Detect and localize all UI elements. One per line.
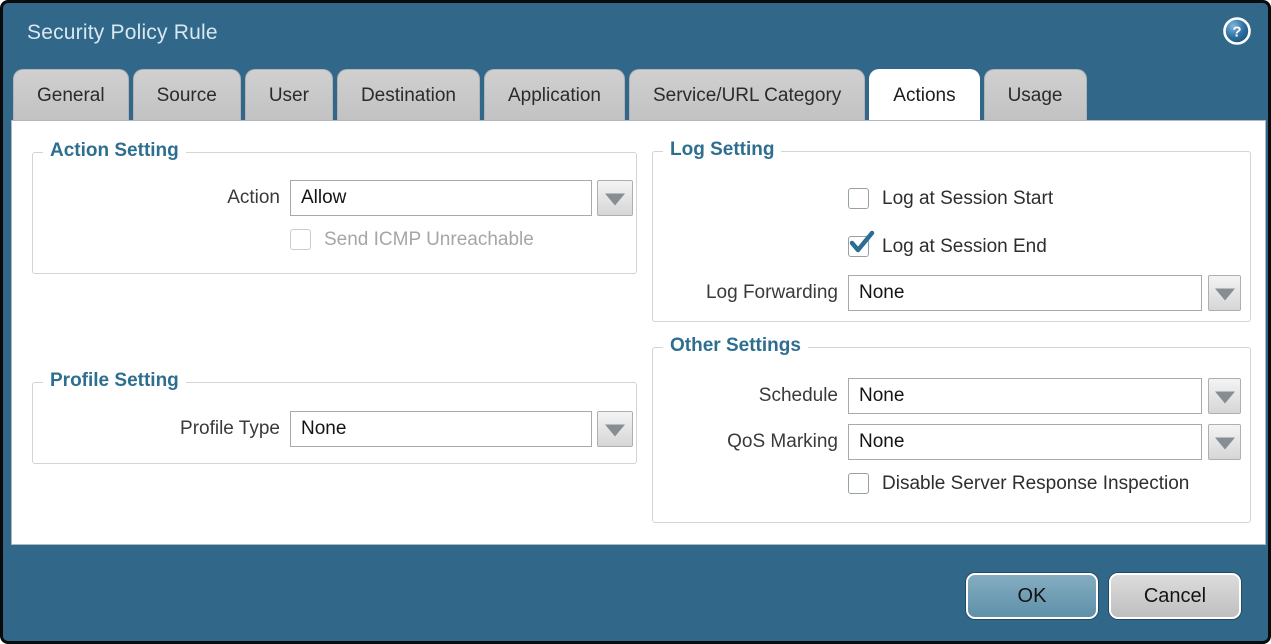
profile-type-label: Profile Type xyxy=(33,411,280,447)
profile-type-dropdown[interactable]: None xyxy=(290,411,592,447)
log-session-start-checkbox[interactable] xyxy=(848,188,869,209)
svg-text:?: ? xyxy=(1232,24,1241,41)
action-setting-legend: Action Setting xyxy=(43,140,186,162)
tab-actions[interactable]: Actions xyxy=(869,69,979,120)
action-dropdown-button[interactable] xyxy=(597,180,633,216)
profile-setting-group: Profile Setting Profile Type None xyxy=(32,382,637,464)
log-session-end-label: Log at Session End xyxy=(882,235,1047,259)
profile-setting-legend: Profile Setting xyxy=(43,370,186,392)
send-icmp-checkbox xyxy=(290,229,311,250)
log-setting-group: Log Setting Log at Session Start Log at … xyxy=(652,151,1251,322)
action-label: Action xyxy=(33,180,280,216)
schedule-dropdown-button[interactable] xyxy=(1208,378,1241,414)
tab-source[interactable]: Source xyxy=(133,69,241,120)
send-icmp-label: Send ICMP Unreachable xyxy=(324,228,534,252)
help-icon[interactable]: ? xyxy=(1223,17,1251,45)
chevron-down-icon xyxy=(1215,437,1235,449)
chevron-down-icon xyxy=(1215,391,1235,403)
screenshot-frame: Security Policy Rule ? GeneralSourceUser… xyxy=(0,0,1271,644)
actions-tab-panel: Action Setting Action Allow Send ICMP Un… xyxy=(11,120,1266,545)
other-settings-group: Other Settings Schedule None QoS Marking… xyxy=(652,347,1251,523)
log-forwarding-dropdown[interactable]: None xyxy=(848,275,1202,311)
tab-usage[interactable]: Usage xyxy=(984,69,1087,120)
chevron-down-icon xyxy=(605,424,625,436)
log-session-end-checkbox[interactable] xyxy=(848,236,869,257)
security-policy-rule-dialog: Security Policy Rule ? GeneralSourceUser… xyxy=(3,3,1268,641)
tab-general[interactable]: General xyxy=(13,69,129,120)
tab-destination[interactable]: Destination xyxy=(337,69,480,120)
log-forwarding-label: Log Forwarding xyxy=(653,275,838,311)
action-dropdown[interactable]: Allow xyxy=(290,180,592,216)
dsri-checkbox[interactable] xyxy=(848,473,869,494)
profile-type-dropdown-button[interactable] xyxy=(597,411,633,447)
action-setting-group: Action Setting Action Allow Send ICMP Un… xyxy=(32,152,637,274)
dialog-title: Security Policy Rule xyxy=(27,21,218,45)
schedule-label: Schedule xyxy=(653,378,838,414)
chevron-down-icon xyxy=(605,193,625,205)
qos-marking-label: QoS Marking xyxy=(653,424,838,460)
tab-user[interactable]: User xyxy=(245,69,333,120)
qos-marking-dropdown-button[interactable] xyxy=(1208,424,1241,460)
cancel-button[interactable]: Cancel xyxy=(1109,573,1241,619)
schedule-dropdown[interactable]: None xyxy=(848,378,1202,414)
qos-marking-dropdown[interactable]: None xyxy=(848,424,1202,460)
log-forwarding-dropdown-button[interactable] xyxy=(1208,275,1241,311)
tab-service-url-category[interactable]: Service/URL Category xyxy=(629,69,865,120)
chevron-down-icon xyxy=(1215,288,1235,300)
dsri-label: Disable Server Response Inspection xyxy=(882,472,1189,496)
tab-bar: GeneralSourceUserDestinationApplicationS… xyxy=(13,69,1091,120)
other-settings-legend: Other Settings xyxy=(663,335,808,357)
tab-application[interactable]: Application xyxy=(484,69,625,120)
log-setting-legend: Log Setting xyxy=(663,139,781,161)
ok-button[interactable]: OK xyxy=(966,573,1098,619)
log-session-start-label: Log at Session Start xyxy=(882,187,1053,211)
